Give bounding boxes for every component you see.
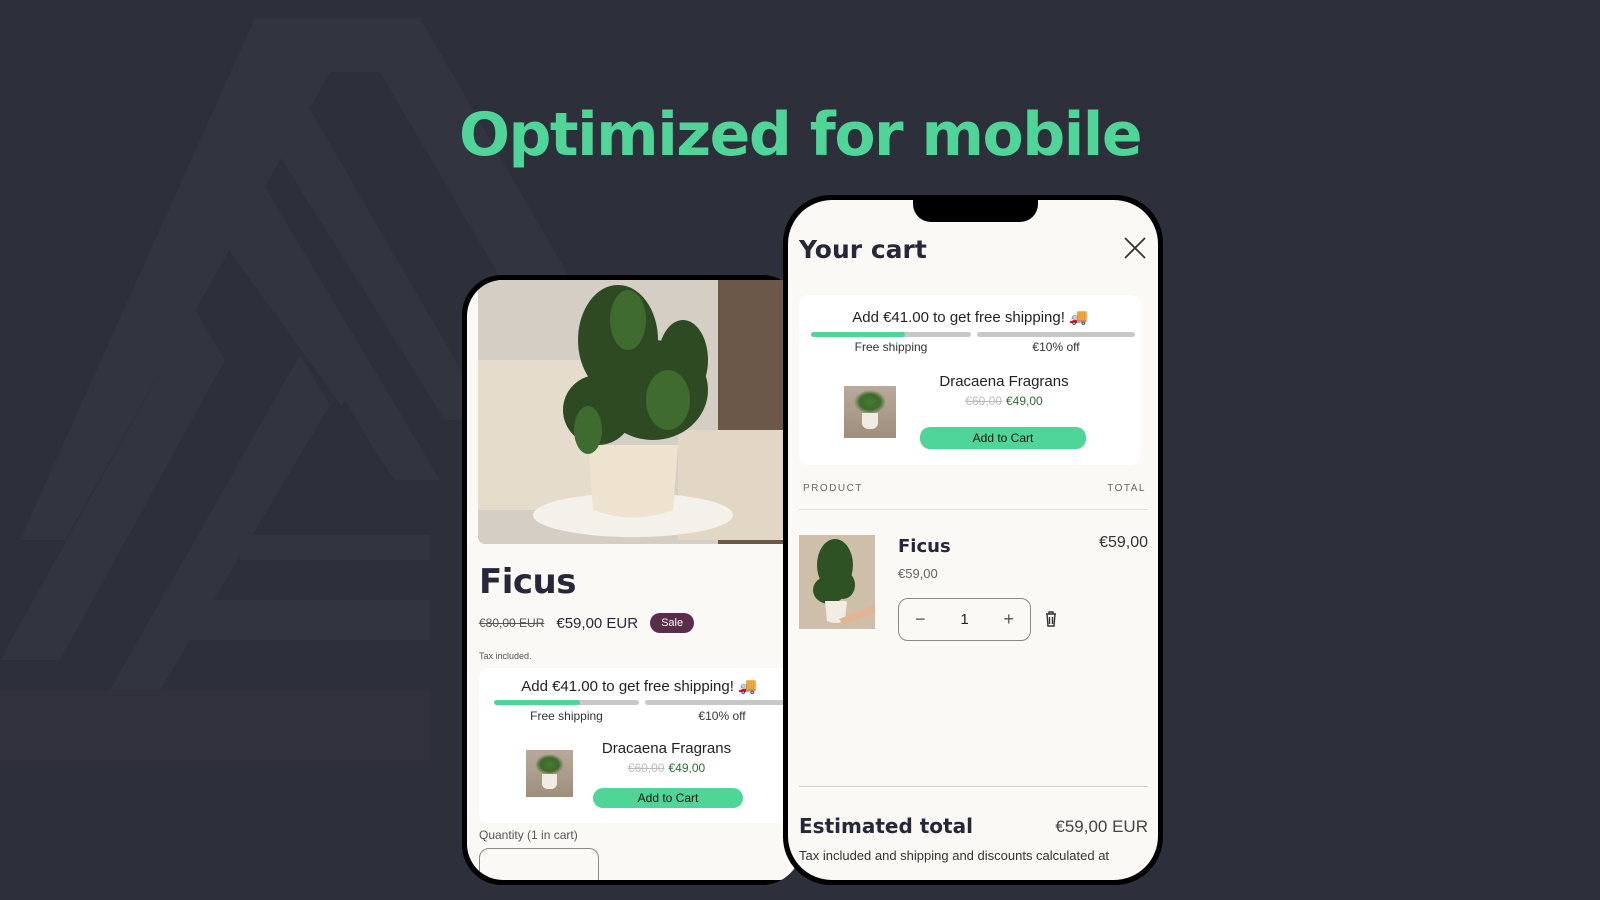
headline: Optimized for mobile <box>458 100 1143 170</box>
product-image[interactable] <box>478 280 798 544</box>
quantity-label: Quantity (1 in cart) <box>479 828 578 842</box>
phone-notch <box>913 200 1038 222</box>
price-row: €80,00 EUR €59,00 EUR Sale <box>479 613 695 633</box>
quantity-stepper[interactable] <box>479 848 599 880</box>
divider <box>799 786 1148 787</box>
decrease-quantity-button[interactable]: − <box>915 609 926 630</box>
upsell-product-name: Dracaena Fragrans <box>939 373 1069 390</box>
milestone-label: Free shipping <box>530 709 603 723</box>
column-header-total: TOTAL <box>1107 483 1146 494</box>
ficus-thumbnail-icon <box>799 535 875 629</box>
ficus-photo-icon <box>478 280 798 544</box>
phone-product-page: Ficus €80,00 EUR €59,00 EUR Sale Tax inc… <box>462 275 802 885</box>
cart-drawer-screen: Your cart Add €41.00 to get free shippin… <box>788 200 1158 880</box>
cart-item-name[interactable]: Ficus <box>898 536 951 557</box>
cart-item-unit-price: €59,00 <box>898 566 938 581</box>
add-to-cart-button[interactable]: Add to Cart <box>920 427 1086 449</box>
upsell-new-price: €49,00 <box>668 761 706 775</box>
upsell-product-image[interactable] <box>526 750 573 797</box>
trash-icon[interactable] <box>1041 609 1061 629</box>
estimated-total-value: €59,00 EUR <box>1055 817 1148 836</box>
quantity-stepper[interactable]: − 1 + <box>898 598 1031 641</box>
upsell-old-price: €60,00 <box>965 394 1002 408</box>
cart-item-total: €59,00 <box>1099 534 1148 551</box>
upsell-new-price: €49,00 <box>1006 394 1043 408</box>
tax-note: Tax included. <box>479 651 532 661</box>
close-icon[interactable] <box>1122 235 1148 261</box>
column-header-product: PRODUCT <box>803 483 863 494</box>
upsell-old-price: €60,00 <box>627 761 665 775</box>
progress-bar-discount <box>977 332 1135 337</box>
sale-badge: Sale <box>650 613 695 633</box>
milestone-label: €10% off <box>1032 340 1080 354</box>
cart-title: Your cart <box>799 235 927 264</box>
upsell-product-image[interactable] <box>844 386 896 438</box>
progress-fill <box>811 332 906 337</box>
upsell-prices: €60,00 €49,00 <box>589 761 744 775</box>
tax-shipping-note: Tax included and shipping and discounts … <box>799 848 1110 863</box>
progress-bar-free-shipping <box>811 332 971 337</box>
upsell-product-name: Dracaena Fragrans <box>601 740 732 757</box>
progress-bar-discount <box>645 700 799 705</box>
shipping-progress-message: Add €41.00 to get free shipping! 🚚 <box>852 309 1088 326</box>
cart-item-image[interactable] <box>799 535 875 629</box>
upsell-block: Add €41.00 to get free shipping! 🚚 Free … <box>479 668 799 823</box>
add-to-cart-button[interactable]: Add to Cart <box>593 788 743 808</box>
milestone-label: €10% off <box>698 709 746 723</box>
product-title: Ficus <box>479 562 576 602</box>
progress-fill <box>494 700 580 705</box>
progress-bar-free-shipping <box>494 700 639 705</box>
product-page-screen[interactable]: Ficus €80,00 EUR €59,00 EUR Sale Tax inc… <box>467 280 802 880</box>
phone-cart-drawer: Your cart Add €41.00 to get free shippin… <box>783 195 1163 885</box>
divider <box>799 509 1148 510</box>
quantity-value[interactable]: 1 <box>960 611 968 628</box>
upsell-prices: €60,00 €49,00 <box>919 394 1089 408</box>
shipping-progress-message: Add €41.00 to get free shipping! 🚚 <box>521 678 757 695</box>
cart-upsell-block: Add €41.00 to get free shipping! 🚚 Free … <box>799 295 1141 465</box>
increase-quantity-button[interactable]: + <box>1003 609 1014 630</box>
sale-price: €59,00 EUR <box>556 614 639 632</box>
estimated-total-label: Estimated total <box>799 814 973 838</box>
milestone-label: Free shipping <box>854 340 928 354</box>
compare-price: €80,00 EUR <box>479 616 545 630</box>
